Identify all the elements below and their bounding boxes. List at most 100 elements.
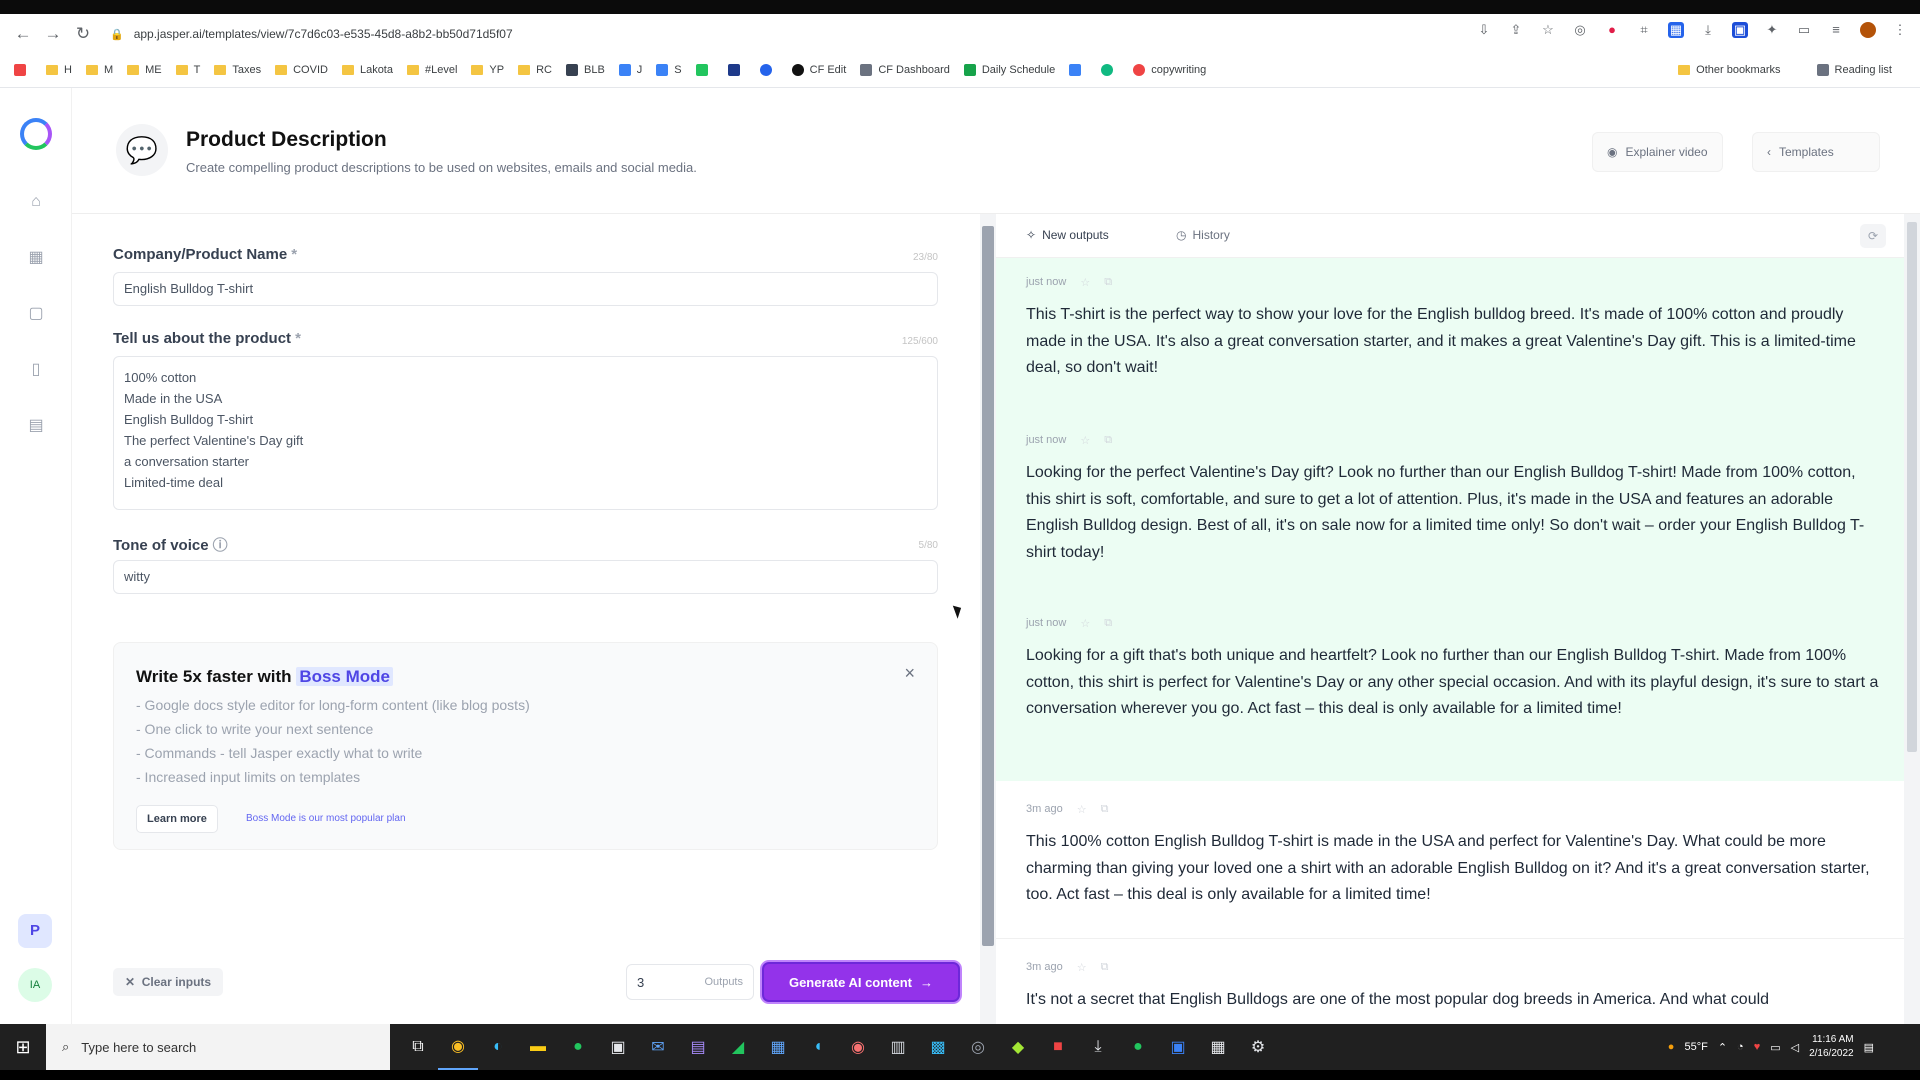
network-icon[interactable]: ◔ [1737,1041,1744,1053]
favorite-icon[interactable]: ☆ [1080,617,1090,630]
grammarly-icon[interactable]: ● [1118,1024,1158,1070]
favorite-icon[interactable]: ☆ [1080,276,1090,289]
boss-mode-popular-link[interactable]: Boss Mode is our most popular plan [246,813,406,824]
other-bookmarks[interactable]: Other bookmarks [1678,64,1781,76]
bookmark[interactable]: YP [471,64,504,76]
close-icon[interactable]: × [904,663,915,684]
weather-temp[interactable]: 55°F [1684,1041,1707,1053]
bookmark[interactable]: #Level [406,64,457,76]
templates-grid-icon[interactable]: ▦ [26,248,46,268]
copy-icon[interactable]: ⧉ [1101,961,1109,974]
download-icon[interactable]: ⤓ [1700,22,1716,38]
drive-icon[interactable] [695,64,714,76]
reading-list[interactable]: Reading list [1816,64,1892,76]
clock[interactable]: 11:16 AM 2/16/2022 [1809,1033,1854,1061]
tray-app-icon[interactable]: ♥ [1754,1041,1761,1053]
zoom-icon[interactable]: ▣ [1158,1024,1198,1070]
bookmark[interactable]: CF Edit [791,64,846,76]
apps-icon[interactable] [14,64,32,76]
app-icon[interactable]: ▦ [1198,1024,1238,1070]
calculator-icon[interactable]: ▥ [878,1024,918,1070]
explainer-video-button[interactable]: ◉ Explainer video [1592,132,1723,172]
volume-icon[interactable]: ◁ [1791,1041,1799,1054]
taskbar-search[interactable]: ⌕ Type here to search [46,1024,390,1070]
bookmark[interactable]: CF Dashboard [860,64,950,76]
outputs-count-input[interactable]: 3 Outputs [626,964,754,1000]
chrome-icon[interactable]: ◉ [438,1024,478,1070]
calendar-icon[interactable]: ▦ [758,1024,798,1070]
bookmark[interactable]: Daily Schedule [963,64,1055,76]
bookmark[interactable]: H [46,64,72,76]
bookmark[interactable]: ME [127,64,162,76]
star-icon[interactable]: ☆ [1540,22,1556,38]
reload-icon[interactable]: ↻ [68,24,98,44]
windows-start-icon[interactable]: ⊞ [0,1024,46,1070]
app-icon[interactable]: ■ [1038,1024,1078,1070]
install-icon[interactable]: ⇩ [1476,22,1492,38]
bookmark-icon[interactable] [1069,64,1087,76]
user-avatar[interactable]: IA [18,968,52,1002]
app-icon[interactable]: ◖ [798,1024,838,1070]
crop-icon[interactable]: ⌗ [1636,22,1652,38]
store-icon[interactable]: ▣ [598,1024,638,1070]
workspace-avatar[interactable]: P [18,914,52,948]
task-view-icon[interactable]: ⧉ [398,1024,438,1070]
results-scrollbar[interactable] [1904,214,1920,1024]
bookmark-icon[interactable] [727,64,746,76]
settings-icon[interactable]: ⚙ [1238,1024,1278,1070]
bookmark[interactable]: Lakota [341,64,393,76]
forward-icon[interactable]: → [38,24,68,44]
terminal-icon[interactable]: ◢ [718,1024,758,1070]
profile-avatar-icon[interactable] [1860,22,1876,38]
premiere-icon[interactable]: ▤ [678,1024,718,1070]
notifications-icon[interactable]: ▤ [1864,1041,1874,1054]
refresh-icon[interactable]: ⟳ [1860,224,1886,248]
color-extension-icon[interactable]: ● [1604,22,1620,38]
output-text[interactable]: This T-shirt is the perfect way to show … [1026,302,1884,382]
tone-input[interactable]: witty [113,560,938,594]
form-scrollbar[interactable] [980,214,996,1024]
copy-icon[interactable]: ⧉ [1104,617,1112,630]
cast-icon[interactable]: ▭ [1796,22,1812,38]
app-icon[interactable]: ◆ [998,1024,1038,1070]
company-input[interactable]: English Bulldog T-shirt [113,272,938,306]
templates-button[interactable]: ‹ Templates [1752,132,1880,172]
favorite-icon[interactable]: ☆ [1077,961,1087,974]
favorite-icon[interactable]: ☆ [1080,434,1090,447]
copy-icon[interactable]: ⧉ [1104,434,1112,447]
mail-icon[interactable]: ✉ [638,1024,678,1070]
bookmark[interactable]: T [175,64,200,76]
generate-ai-content-button[interactable]: Generate AI content → [762,962,960,1002]
puzzle-icon[interactable]: ✦ [1764,22,1780,38]
documents-icon[interactable]: ▢ [26,304,46,324]
file-icon[interactable]: ▯ [26,360,46,380]
bookmark[interactable]: S [656,64,682,76]
output-text[interactable]: This 100% cotton English Bulldog T-shirt… [1026,829,1884,909]
bookmark-icon[interactable] [1101,64,1119,76]
address-bar[interactable]: 🔒 app.jasper.ai/templates/view/7c7d6c03-… [110,20,1470,48]
tab-new-outputs[interactable]: ✧ New outputs [1026,228,1109,242]
favorite-icon[interactable]: ☆ [1077,803,1087,816]
product-textarea[interactable]: 100% cotton Made in the USA English Bull… [113,356,938,510]
scrollbar-thumb[interactable] [1907,222,1917,752]
bookmark[interactable]: Taxes [214,64,261,76]
battery-icon[interactable]: ▭ [1770,1041,1780,1054]
copy-icon[interactable]: ⧉ [1104,276,1112,289]
share-icon[interactable]: ⇪ [1508,22,1524,38]
back-icon[interactable]: ← [8,24,38,44]
media-icon[interactable]: ≡ [1828,22,1844,38]
bookmark[interactable]: J [618,64,642,76]
download-manager-icon[interactable]: ⤓ [1078,1024,1118,1070]
bookmark[interactable]: BLB [565,64,605,76]
bookmark[interactable]: RC [518,64,552,76]
edge-icon[interactable]: ◐ [478,1024,518,1070]
home-icon[interactable]: ⌂ [26,192,46,212]
copy-icon[interactable]: ⧉ [1101,803,1109,816]
clear-inputs-button[interactable]: ✕ Clear inputs [113,968,224,996]
extension-icon[interactable]: ▣ [1732,22,1748,38]
bookmark[interactable]: copywriting [1133,64,1206,76]
spotify-icon[interactable]: ● [558,1024,598,1070]
file-explorer-icon[interactable]: ▬ [518,1024,558,1070]
snip-icon[interactable]: ▩ [918,1024,958,1070]
chevron-up-icon[interactable]: ⌃ [1718,1041,1727,1054]
